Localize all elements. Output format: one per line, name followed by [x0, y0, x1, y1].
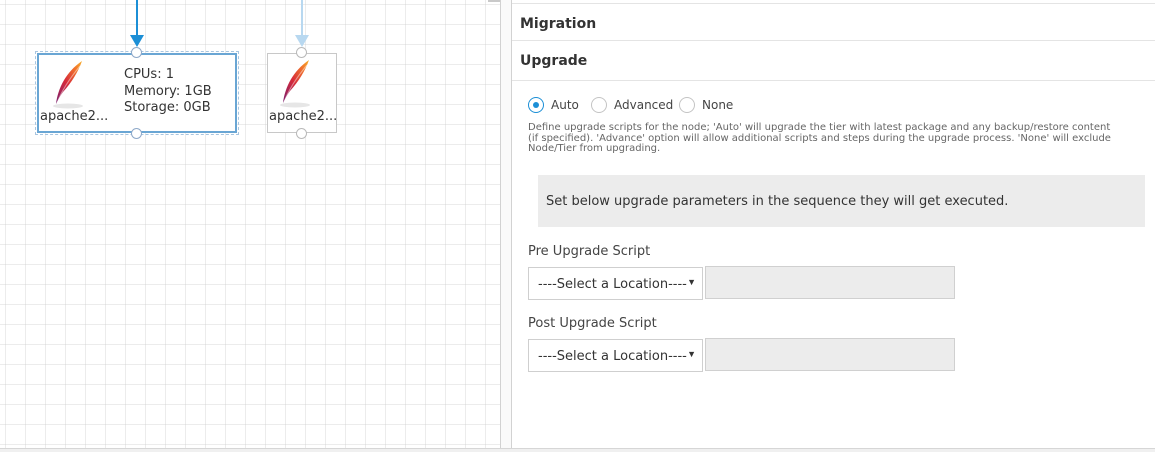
radio-auto-label: Auto — [551, 98, 579, 112]
upgrade-help-text: Define upgrade scripts for the node; 'Au… — [528, 122, 1111, 154]
migration-title: Migration — [520, 16, 597, 32]
pre-upgrade-script-input[interactable] — [705, 266, 955, 299]
connector-arrow-active — [130, 35, 144, 47]
node-apache-selected[interactable]: apache2... CPUs: 1 Memory: 1GB Storage: … — [35, 51, 239, 135]
node-input-port[interactable] — [131, 47, 142, 58]
radio-none-circle[interactable] — [679, 97, 695, 113]
pre-upgrade-select-value: ----Select a Location---- — [538, 277, 687, 292]
post-upgrade-script-input[interactable] — [705, 338, 955, 371]
post-upgrade-script-label: Post Upgrade Script — [528, 316, 657, 331]
node-input-port[interactable] — [296, 47, 307, 58]
connector-arrow-faded — [295, 35, 309, 47]
upgrade-section-header[interactable]: Upgrade — [512, 40, 1155, 81]
radio-advanced-circle[interactable] — [591, 97, 607, 113]
apache-feather-icon — [53, 61, 83, 109]
panel-splitter[interactable] — [500, 0, 512, 448]
radio-auto-circle[interactable] — [528, 97, 544, 113]
workflow-canvas[interactable]: apache2... CPUs: 1 Memory: 1GB Storage: … — [0, 0, 500, 448]
node-apache[interactable]: apache2... — [267, 53, 337, 133]
upgrade-info-message: Set below upgrade parameters in the sequ… — [546, 194, 1009, 209]
connector-line-active — [136, 0, 138, 38]
bottom-border — [0, 448, 1155, 452]
node-output-port[interactable] — [131, 128, 142, 139]
migration-section-header[interactable]: Migration — [512, 3, 1155, 41]
radio-none-label: None — [702, 98, 734, 112]
chevron-down-icon: ▼ — [687, 277, 696, 287]
node-label: apache2... — [40, 109, 109, 124]
properties-panel: Migration Upgrade Auto Advanced None Def… — [512, 0, 1155, 448]
node-label: apache2... — [269, 109, 338, 124]
node-cpus: CPUs: 1 — [124, 67, 174, 82]
node-memory: Memory: 1GB — [124, 83, 212, 99]
apache-feather-icon — [280, 60, 310, 108]
node-resource-info: CPUs: 1 Memory: 1GB Storage: 0GB — [124, 67, 212, 117]
post-upgrade-select-value: ----Select a Location---- — [538, 349, 687, 364]
pre-upgrade-script-label: Pre Upgrade Script — [528, 244, 651, 259]
upgrade-title: Upgrade — [520, 53, 588, 69]
splitter-grip[interactable] — [488, 0, 500, 2]
radio-none[interactable]: None — [679, 97, 744, 115]
radio-auto[interactable]: Auto — [528, 97, 588, 115]
post-upgrade-location-select[interactable]: ----Select a Location---- ▼ — [528, 339, 703, 372]
pre-upgrade-location-select[interactable]: ----Select a Location---- ▼ — [528, 267, 703, 300]
connector-line-faded — [301, 0, 303, 38]
radio-advanced[interactable]: Advanced — [591, 97, 676, 115]
chevron-down-icon: ▼ — [687, 349, 696, 359]
node-storage: Storage: 0GB — [124, 100, 211, 115]
node-output-port[interactable] — [296, 128, 307, 139]
upgrade-info-box: Set below upgrade parameters in the sequ… — [538, 175, 1145, 227]
radio-advanced-label: Advanced — [614, 98, 674, 112]
